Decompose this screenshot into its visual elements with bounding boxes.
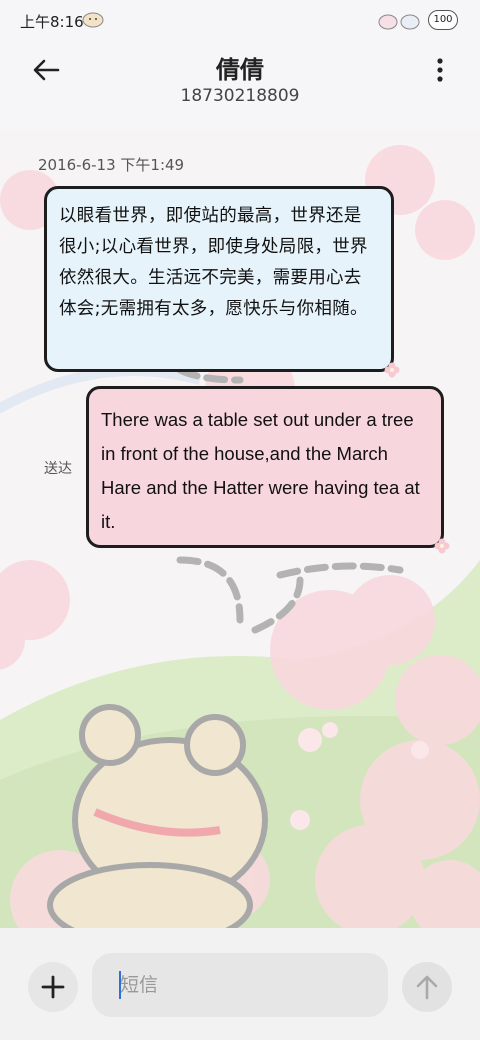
contact-name: 倩倩: [216, 56, 264, 84]
message-input[interactable]: [92, 953, 388, 1017]
text-caret: [119, 971, 121, 999]
delivery-status: 送达: [44, 461, 72, 477]
message-text: There was a table set out under a tree i…: [101, 409, 420, 532]
message-text: 以眼看世界，即使站的最高，世界还是很小;以心看世界，即使身处局限，世界依然很大。…: [59, 206, 368, 319]
status-time: 上午8:16: [20, 13, 84, 31]
more-vertical-icon: [437, 58, 443, 82]
arrow-up-icon: [416, 975, 438, 1000]
conversation-header: 倩倩 18730218809: [0, 40, 480, 110]
message-timestamp: 2016-6-13 下午1:49: [38, 156, 185, 174]
composer-bar: [0, 928, 480, 1040]
status-icons: 100: [378, 9, 458, 31]
battery-indicator: 100: [428, 10, 458, 30]
flower-icon: [434, 538, 450, 554]
sent-message-bubble[interactable]: There was a table set out under a tree i…: [86, 386, 450, 554]
sticker-icon: [82, 12, 104, 28]
more-options-button[interactable]: [430, 54, 450, 86]
send-button[interactable]: [402, 962, 452, 1012]
plus-icon: [41, 975, 65, 999]
add-attachment-button[interactable]: [28, 962, 78, 1012]
contact-number: 18730218809: [180, 86, 300, 106]
received-message-bubble[interactable]: 以眼看世界，即使站的最高，世界还是很小;以心看世界，即使身处局限，世界依然很大。…: [44, 186, 400, 378]
cloud-sticker-icon: [378, 14, 420, 30]
status-bar: 上午8:16 100: [0, 0, 480, 40]
flower-icon: [384, 362, 400, 378]
